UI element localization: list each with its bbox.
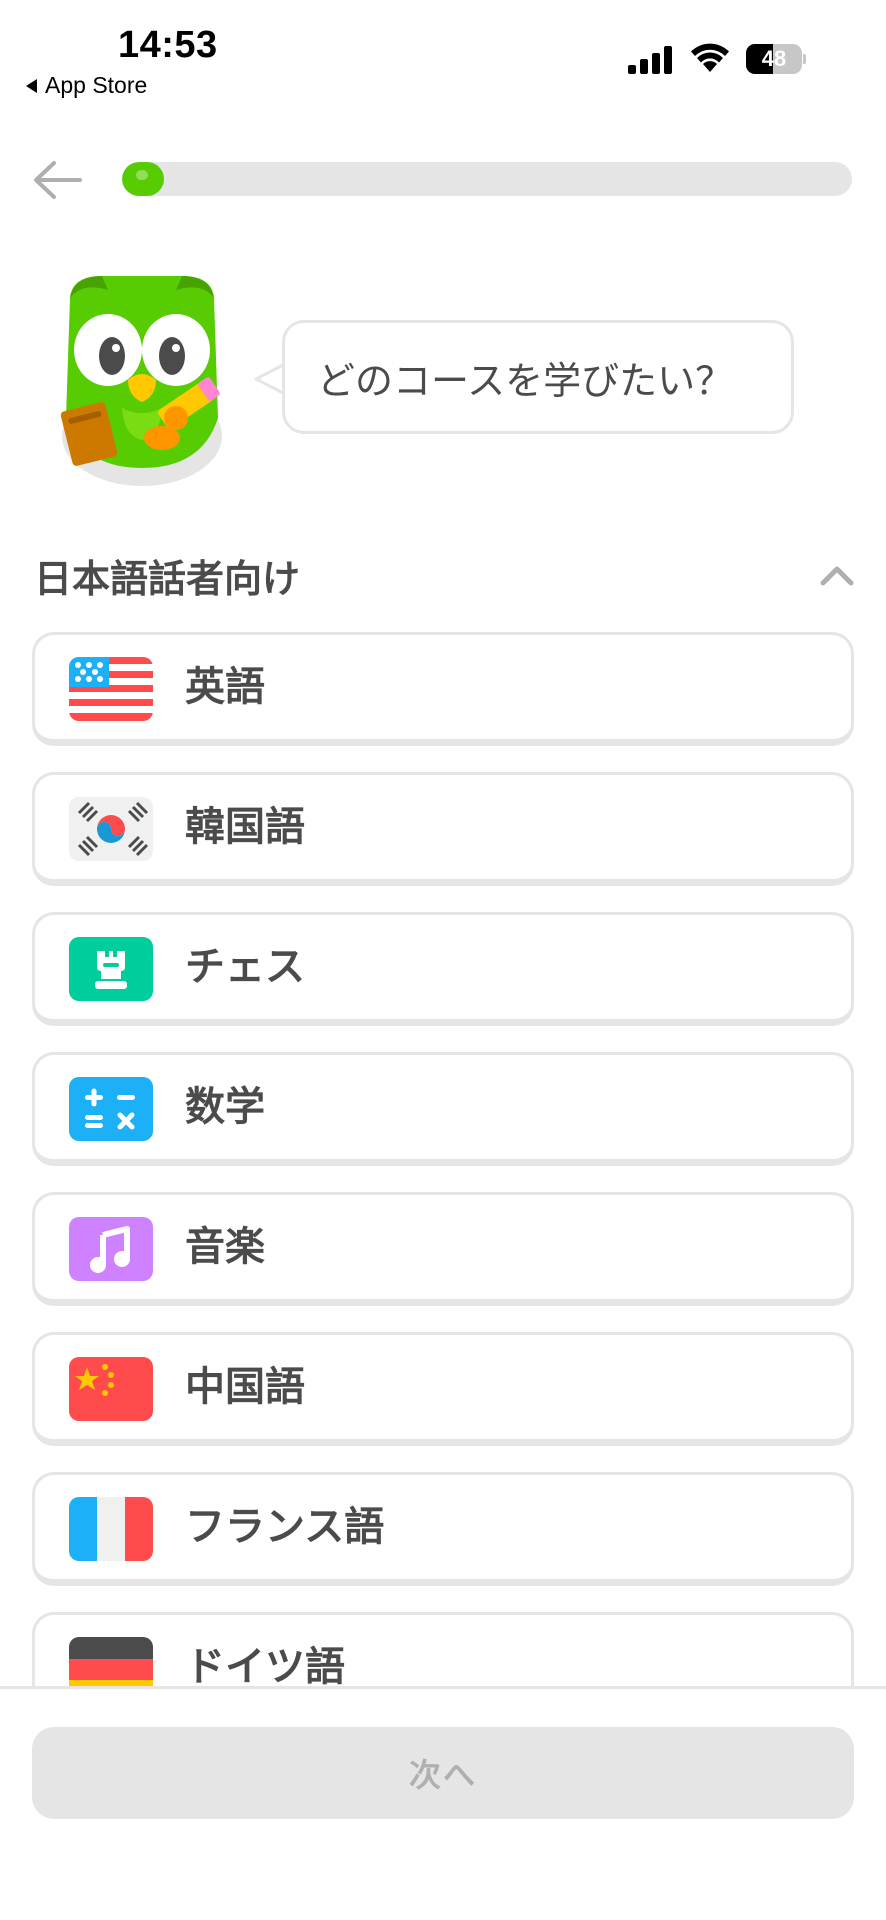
course-label: 韓国語 <box>185 804 305 850</box>
duo-owl-mascot <box>60 276 222 486</box>
course-label: ドイツ語 <box>185 1644 345 1686</box>
course-item-math[interactable]: 数学 <box>32 1052 854 1166</box>
china-flag-icon <box>69 1357 153 1421</box>
course-item-french[interactable]: フランス語 <box>32 1472 854 1586</box>
course-label: チェス <box>185 944 305 990</box>
course-label: 音楽 <box>185 1224 265 1270</box>
course-label: 英語 <box>185 664 265 710</box>
status-time: 14:53 <box>118 24 218 66</box>
course-item-music[interactable]: 音楽 <box>32 1192 854 1306</box>
course-item-chinese[interactable]: 中国語 <box>32 1332 854 1446</box>
next-button-label: 次へ <box>408 1756 477 1794</box>
us-flag-icon <box>69 657 153 721</box>
cellular-signal-icon <box>628 46 672 74</box>
france-flag-icon <box>69 1497 153 1561</box>
speech-bubble: どのコースを学びたい？ <box>282 320 794 434</box>
progress-bar <box>122 162 852 196</box>
chevron-up-icon[interactable] <box>818 562 856 588</box>
section-title: 日本語話者向け <box>34 557 301 601</box>
course-label: 中国語 <box>185 1364 305 1410</box>
course-item-english[interactable]: 英語 <box>32 632 854 746</box>
progress-bar-fill <box>122 162 164 196</box>
battery-level-text: 48 <box>761 46 787 71</box>
korea-flag-icon <box>69 797 153 861</box>
math-symbols-icon <box>69 1077 153 1141</box>
course-label: フランス語 <box>185 1504 385 1550</box>
music-note-icon <box>69 1217 153 1281</box>
chess-rook-icon <box>69 937 153 1001</box>
wifi-icon <box>691 43 729 72</box>
course-item-chess[interactable]: チェス <box>32 912 854 1026</box>
battery-icon: 48 <box>746 44 806 74</box>
prompt-question: どのコースを学びたい？ <box>317 358 734 403</box>
next-button[interactable]: 次へ <box>32 1727 854 1819</box>
back-app-label: App Store <box>45 72 148 98</box>
course-list: 英語 韓国語 チェス 数学 音楽 中国語 フランス語 ドイツ語 <box>32 632 854 1686</box>
course-item-german[interactable]: ドイツ語 <box>32 1612 854 1686</box>
back-triangle-icon <box>26 78 37 93</box>
course-item-korean[interactable]: 韓国語 <box>32 772 854 886</box>
status-bar: 14:53 App Store 48 <box>0 0 886 110</box>
back-to-app-store-link[interactable]: App Store <box>26 72 147 99</box>
arrow-left-icon[interactable] <box>32 158 84 202</box>
germany-flag-icon <box>69 1637 153 1686</box>
footer: 次へ <box>0 1689 886 1920</box>
course-label: 数学 <box>185 1084 265 1130</box>
